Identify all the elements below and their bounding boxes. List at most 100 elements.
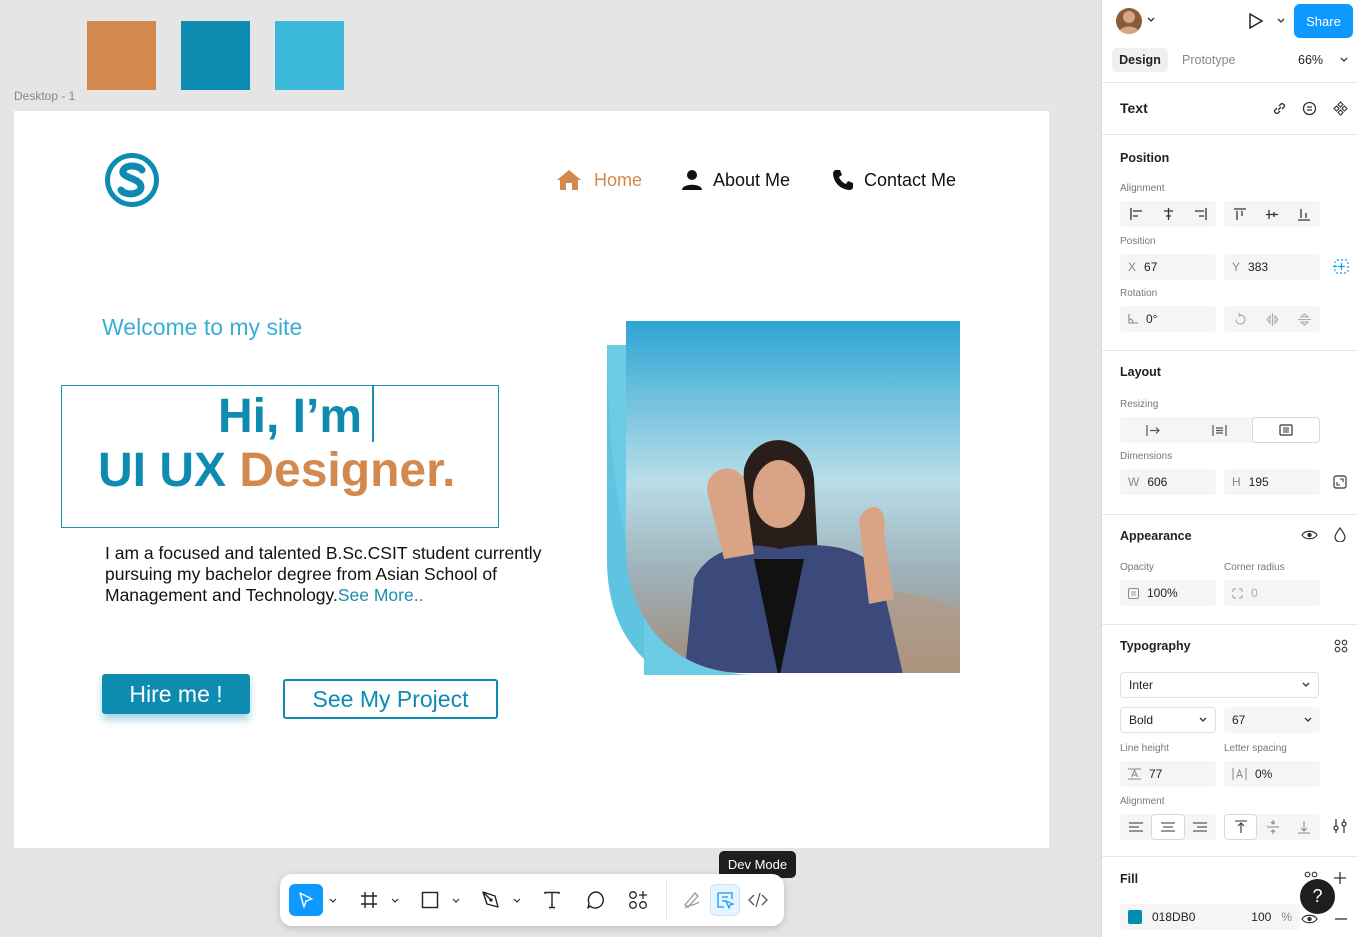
layer-type-section: Text xyxy=(1102,82,1358,134)
y-label: Y xyxy=(1232,260,1241,274)
share-button[interactable]: Share xyxy=(1294,4,1353,38)
move-tool[interactable] xyxy=(289,884,323,916)
resizing-group[interactable] xyxy=(1120,417,1320,443)
nav-contact[interactable]: Contact Me xyxy=(832,169,956,191)
type-settings-icon[interactable] xyxy=(1333,819,1348,833)
blend-drop-icon[interactable] xyxy=(1334,527,1346,542)
cursor-icon xyxy=(299,892,313,908)
flip-horizontal-icon[interactable] xyxy=(1256,306,1288,332)
align-bottom-icon[interactable] xyxy=(1288,201,1320,227)
toolbar-divider xyxy=(666,880,667,920)
chevron-down-icon[interactable] xyxy=(1147,17,1155,23)
hire-me-button[interactable]: Hire me ! xyxy=(102,674,250,714)
style-icon[interactable] xyxy=(1302,101,1317,116)
vertical-text-align-group[interactable] xyxy=(1224,814,1320,840)
frame-icon xyxy=(361,892,377,908)
fill-opacity-value: 100 xyxy=(1251,910,1272,924)
opacity-field[interactable]: 100% xyxy=(1120,580,1216,606)
actions-tool[interactable] xyxy=(625,884,651,916)
text-align-left-icon[interactable] xyxy=(1120,814,1151,840)
hero-heading-selection[interactable]: Hi, I’m UI UX Designer. xyxy=(61,385,499,528)
y-field[interactable]: Y 383 xyxy=(1224,254,1320,280)
text-align-group[interactable] xyxy=(1120,814,1216,840)
eye-icon[interactable] xyxy=(1301,913,1318,925)
vertical-align-group[interactable] xyxy=(1224,201,1320,227)
auto-height-icon[interactable] xyxy=(1186,417,1252,443)
text-align-center-icon[interactable] xyxy=(1151,814,1185,840)
comment-tool[interactable] xyxy=(583,884,609,916)
constraints-icon[interactable] xyxy=(1332,259,1349,274)
line-height-field[interactable]: 77 xyxy=(1120,761,1216,787)
font-family-select[interactable]: Inter xyxy=(1120,672,1319,698)
rotation-field[interactable]: 0° xyxy=(1120,306,1216,332)
user-avatar[interactable] xyxy=(1116,8,1142,34)
frame-label[interactable]: Desktop - 1 xyxy=(14,89,75,103)
letter-spacing-field[interactable]: 0% xyxy=(1224,761,1320,787)
color-swatch-teal[interactable] xyxy=(181,21,250,90)
link-icon[interactable] xyxy=(1272,101,1287,116)
fill-hex-value: 018DB0 xyxy=(1152,910,1196,924)
align-center-h-icon[interactable] xyxy=(1152,201,1184,227)
align-left-icon[interactable] xyxy=(1120,201,1152,227)
corner-radius-field[interactable]: 0 xyxy=(1224,580,1320,606)
h-value: 195 xyxy=(1248,475,1269,489)
text-tool[interactable] xyxy=(539,884,565,916)
hero-line-2: UI UX Designer. xyxy=(98,443,455,498)
rotation-label: Rotation xyxy=(1120,288,1158,299)
chevron-down-icon[interactable] xyxy=(1277,18,1285,24)
chevron-down-icon[interactable] xyxy=(513,898,521,904)
nav-home[interactable]: Home xyxy=(556,169,642,191)
canvas[interactable]: Desktop - 1 Home About Me Contact Me Wel… xyxy=(0,0,1101,937)
x-field[interactable]: X 67 xyxy=(1120,254,1216,280)
text-styles-icon[interactable] xyxy=(1334,639,1348,653)
font-size-field[interactable]: 67 xyxy=(1224,707,1320,733)
text-align-bottom-icon[interactable] xyxy=(1289,814,1320,840)
chevron-down-icon[interactable] xyxy=(391,898,399,904)
aspect-ratio-icon[interactable] xyxy=(1333,475,1347,489)
color-swatch-orange[interactable] xyxy=(87,21,156,90)
design-mode[interactable] xyxy=(710,884,740,916)
chevron-down-icon[interactable] xyxy=(452,898,460,904)
transform-group[interactable] xyxy=(1224,306,1320,332)
chevron-down-icon[interactable] xyxy=(1340,57,1348,63)
fill-color-swatch[interactable] xyxy=(1128,910,1142,924)
tab-prototype[interactable]: Prototype xyxy=(1182,53,1236,67)
frame-tool[interactable] xyxy=(356,884,382,916)
align-middle-icon[interactable] xyxy=(1256,201,1288,227)
rotate-icon[interactable] xyxy=(1224,306,1256,332)
see-project-button[interactable]: See My Project xyxy=(283,679,498,719)
fixed-size-icon[interactable] xyxy=(1252,417,1320,443)
help-button[interactable]: ? xyxy=(1300,879,1335,914)
pen-tool[interactable] xyxy=(478,884,504,916)
fill-color-field[interactable]: 018DB0 100 % xyxy=(1120,904,1300,930)
comment-icon xyxy=(587,891,604,909)
dev-mode[interactable] xyxy=(744,884,772,916)
color-swatch-sky[interactable] xyxy=(275,21,344,90)
flip-vertical-icon[interactable] xyxy=(1288,306,1320,332)
draw-mode[interactable] xyxy=(678,884,706,916)
description-text: I am a focused and talented B.Sc.CSIT st… xyxy=(105,543,545,606)
shape-tool[interactable] xyxy=(417,884,443,916)
see-more-link[interactable]: See More.. xyxy=(338,585,424,605)
text-align-right-icon[interactable] xyxy=(1185,814,1216,840)
align-top-icon[interactable] xyxy=(1224,201,1256,227)
plus-icon[interactable] xyxy=(1333,871,1347,885)
font-weight-select[interactable]: Bold xyxy=(1120,707,1216,733)
desktop-frame[interactable]: Home About Me Contact Me Welcome to my s… xyxy=(14,111,1049,848)
component-icon[interactable] xyxy=(1333,101,1348,116)
zoom-level[interactable]: 66% xyxy=(1298,53,1323,67)
eye-icon[interactable] xyxy=(1301,529,1318,541)
chevron-down-icon[interactable] xyxy=(329,898,337,904)
width-field[interactable]: W 606 xyxy=(1120,469,1216,495)
play-icon[interactable] xyxy=(1248,12,1264,30)
tab-design[interactable]: Design xyxy=(1112,48,1168,72)
height-field[interactable]: H 195 xyxy=(1224,469,1320,495)
auto-width-icon[interactable] xyxy=(1120,417,1186,443)
minus-icon[interactable] xyxy=(1334,917,1348,921)
pen-icon xyxy=(482,891,499,908)
text-align-middle-icon[interactable] xyxy=(1257,814,1288,840)
text-align-top-icon[interactable] xyxy=(1224,814,1258,840)
nav-about[interactable]: About Me xyxy=(681,169,790,191)
horizontal-align-group[interactable] xyxy=(1120,201,1216,227)
align-right-icon[interactable] xyxy=(1184,201,1216,227)
